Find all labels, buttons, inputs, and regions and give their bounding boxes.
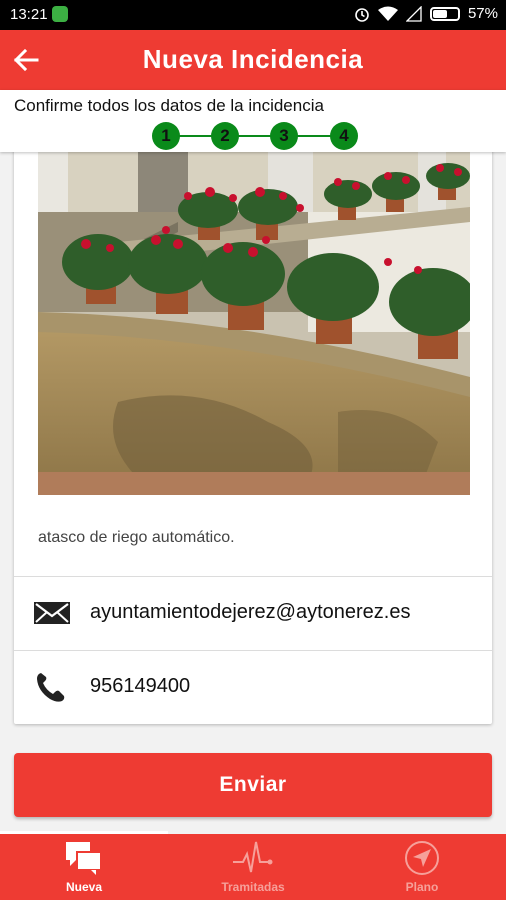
phone-icon [37, 673, 65, 702]
tab-nueva[interactable]: Nueva [0, 834, 168, 900]
pulse-icon [233, 841, 273, 873]
incident-description: atasco de riego automático. [38, 529, 235, 546]
steps-header: Confirme todos los datos de la incidenci… [0, 90, 506, 152]
status-bar: 13:21 57% [0, 0, 506, 30]
email-row[interactable]: ayuntamientodejerez@aytonerez.es [14, 577, 492, 649]
wifi-icon [377, 6, 398, 21]
app-bar: Nueva Incidencia [0, 30, 506, 90]
battery-icon [429, 6, 460, 21]
step-4: 4 [330, 122, 358, 150]
incident-summary-card: atasco de riego automático. ayuntamiento… [14, 140, 492, 724]
step-2: 2 [211, 122, 239, 150]
phone-row[interactable]: 956149400 [14, 651, 492, 723]
battery-percent: 57% [467, 5, 498, 22]
tab-label: Tramitadas [221, 880, 285, 894]
battery-fill [432, 9, 447, 18]
step-indicator: 1 2 3 4 [152, 122, 358, 150]
status-time: 13:21 [10, 6, 48, 23]
send-button[interactable]: Enviar [14, 753, 492, 817]
phone-text: 956149400 [90, 675, 191, 697]
header-subtitle: Confirme todos los datos de la incidenci… [14, 96, 324, 115]
envelope-icon [34, 602, 70, 624]
notification-app-icon [52, 6, 68, 22]
page-title: Nueva Incidencia [142, 44, 364, 74]
tab-plano[interactable]: Plano [338, 834, 506, 900]
tab-label: Nueva [65, 880, 103, 894]
compass-icon [405, 841, 439, 875]
email-text: ayuntamientodejerez@aytonerez.es [90, 601, 411, 623]
alarm-icon [355, 7, 369, 22]
bottom-navigation: Nueva Tramitadas Plano [0, 831, 506, 900]
incident-photo [38, 152, 470, 495]
step-1: 1 [152, 122, 180, 150]
tab-label: Plano [405, 880, 439, 894]
chat-bubbles-icon [66, 842, 102, 875]
tab-tramitadas[interactable]: Tramitadas [169, 834, 337, 900]
step-connector [166, 135, 344, 137]
step-3: 3 [270, 122, 298, 150]
signal-icon [405, 5, 422, 22]
status-indicators: 57% [354, 5, 498, 22]
